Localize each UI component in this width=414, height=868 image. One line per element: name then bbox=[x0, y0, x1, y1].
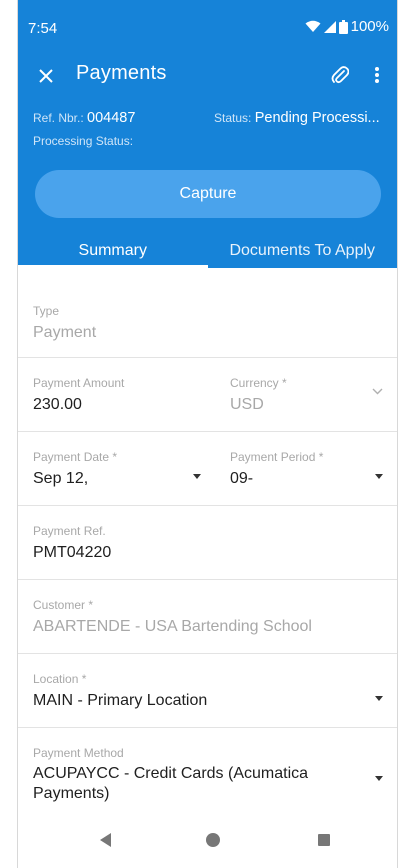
processing-status-label: Processing Status: bbox=[33, 134, 134, 148]
payment-method-field[interactable]: Payment Method ACUPAYCC - Credit Cards (… bbox=[18, 728, 397, 824]
payment-ref-label: Payment Ref. bbox=[33, 524, 106, 538]
capture-button[interactable]: Capture bbox=[35, 170, 381, 218]
payment-method-value: ACUPAYCC - Credit Cards (Acumatica Payme… bbox=[33, 764, 397, 804]
customer-value: ABARTENDE - USA Bartending School bbox=[33, 618, 312, 635]
payment-date-value: Sep 12, bbox=[33, 470, 89, 487]
payment-ref-value: PMT04220 bbox=[33, 544, 112, 561]
header: 7:54 100% Payments Ref. Nbr.: 004487 Pro… bbox=[18, 0, 397, 268]
wifi-icon bbox=[305, 20, 321, 32]
caret-down-icon bbox=[375, 474, 383, 479]
status-time: 7:54 bbox=[28, 20, 58, 37]
payment-ref-field[interactable]: Payment Ref. PMT04220 bbox=[18, 506, 397, 580]
status: Status: Pending Processi... bbox=[214, 110, 380, 126]
home-nav-icon[interactable] bbox=[206, 833, 220, 847]
more-options-button[interactable] bbox=[363, 60, 391, 90]
payment-amount-label: Payment Amount bbox=[33, 376, 125, 390]
payment-period-value: 09- bbox=[230, 470, 254, 487]
battery-percent: 100% bbox=[350, 18, 389, 35]
status-label: Status: bbox=[214, 111, 252, 125]
ref-nbr: Ref. Nbr.: 004487 bbox=[33, 110, 135, 126]
back-nav-icon[interactable] bbox=[100, 833, 111, 847]
chevron-down-icon bbox=[372, 388, 383, 395]
ref-nbr-label: Ref. Nbr.: bbox=[33, 111, 84, 125]
payment-amount-field[interactable]: Payment Amount 230.00 bbox=[18, 358, 215, 431]
type-field: Type Payment bbox=[18, 286, 397, 358]
attach-button[interactable] bbox=[325, 60, 355, 90]
caret-down-icon bbox=[193, 474, 201, 479]
location-field[interactable]: Location * MAIN - Primary Location bbox=[18, 654, 397, 728]
tab-indicator bbox=[18, 265, 208, 268]
payment-amount-value: 230.00 bbox=[33, 396, 82, 413]
app-frame: 7:54 100% Payments Ref. Nbr.: 004487 Pro… bbox=[17, 0, 398, 868]
date-period-row: Payment Date * Sep 12, Payment Period * … bbox=[18, 432, 397, 506]
type-label: Type bbox=[33, 304, 60, 318]
payment-method-label: Payment Method bbox=[33, 746, 124, 760]
customer-label: Customer * bbox=[33, 598, 94, 612]
payment-period-field[interactable]: Payment Period * 09- bbox=[215, 432, 397, 505]
document-info: Ref. Nbr.: 004487 Processing Status: Sta… bbox=[18, 108, 397, 152]
close-icon bbox=[39, 69, 53, 83]
caret-down-icon bbox=[375, 776, 383, 781]
type-value: Payment bbox=[33, 324, 97, 341]
recents-nav-icon[interactable] bbox=[318, 834, 330, 846]
tab-documents-to-apply[interactable]: Documents To Apply bbox=[208, 232, 398, 268]
tab-summary[interactable]: Summary bbox=[18, 232, 208, 268]
ref-nbr-value: 004487 bbox=[87, 110, 136, 126]
more-vert-icon bbox=[375, 67, 379, 83]
signal-icon bbox=[323, 20, 336, 33]
battery-icon bbox=[338, 19, 348, 34]
app-bar: Payments bbox=[18, 56, 397, 102]
system-nav-bar bbox=[18, 818, 397, 868]
status-icons: 100% bbox=[305, 18, 389, 35]
currency-field[interactable]: Currency * USD bbox=[215, 358, 397, 431]
payment-period-label: Payment Period * bbox=[230, 450, 324, 464]
payment-date-label: Payment Date * bbox=[33, 450, 118, 464]
payment-method-value-line1: ACUPAYCC - Credit Cards (Acumatica bbox=[33, 765, 309, 782]
location-label: Location * bbox=[33, 672, 87, 686]
form: Type Payment Payment Amount 230.00 Curre… bbox=[18, 286, 397, 824]
currency-value: USD bbox=[230, 396, 264, 413]
paperclip-icon bbox=[331, 66, 349, 84]
close-button[interactable] bbox=[32, 62, 60, 90]
tab-bar: Summary Documents To Apply bbox=[18, 232, 397, 268]
customer-field: Customer * ABARTENDE - USA Bartending Sc… bbox=[18, 580, 397, 654]
caret-down-icon bbox=[375, 696, 383, 701]
payment-method-value-line2: Payments) bbox=[33, 785, 110, 802]
status-value: Pending Processi... bbox=[254, 110, 380, 126]
payment-date-field[interactable]: Payment Date * Sep 12, bbox=[18, 432, 215, 505]
amount-currency-row: Payment Amount 230.00 Currency * USD bbox=[18, 358, 397, 432]
location-value: MAIN - Primary Location bbox=[33, 692, 208, 709]
page-title: Payments bbox=[76, 62, 167, 84]
status-bar: 7:54 100% bbox=[18, 0, 397, 56]
